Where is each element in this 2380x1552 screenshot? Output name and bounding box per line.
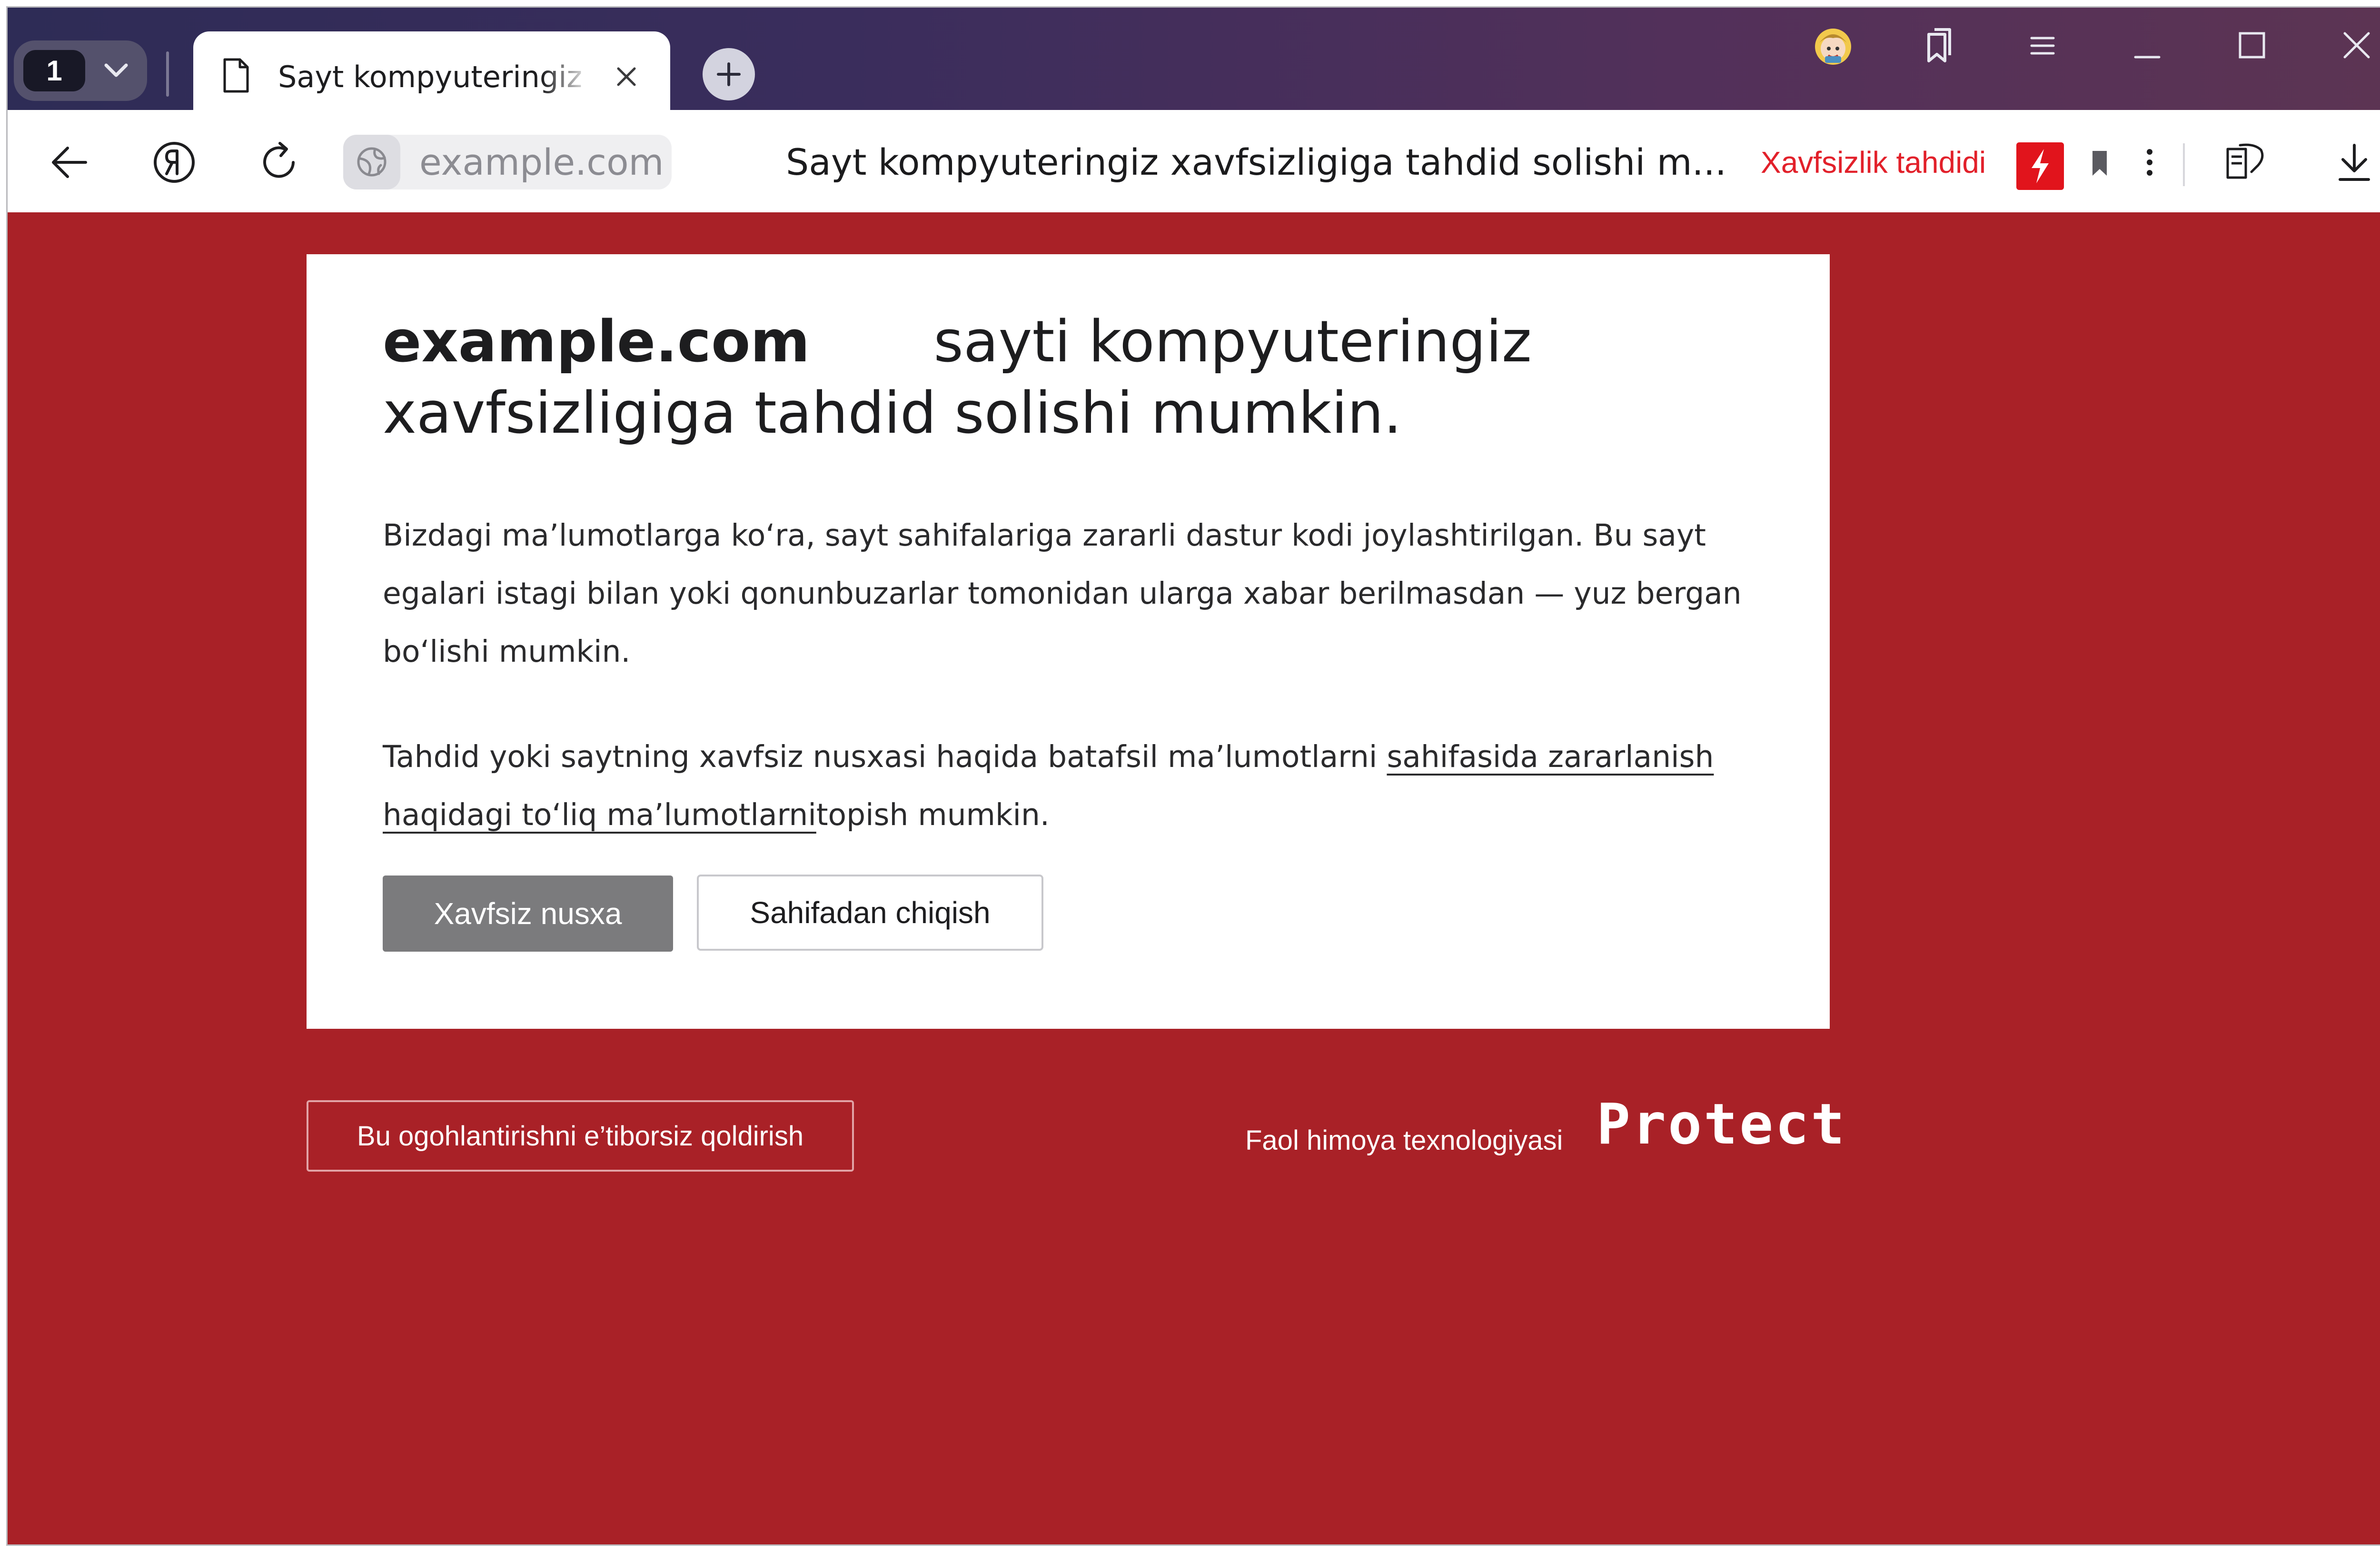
toolbar-divider (2183, 143, 2185, 186)
chevron-down-icon (104, 63, 128, 77)
minimize-icon (2134, 56, 2161, 59)
safe-copy-button[interactable]: Xavfsiz nusxa (383, 875, 673, 952)
collections-button[interactable] (1912, 22, 1964, 70)
download-icon (2339, 144, 2370, 181)
ignore-warning-button[interactable]: Bu ogohlantirishni e’tiborsiz qoldirish (307, 1100, 854, 1172)
site-info-button[interactable] (343, 135, 400, 189)
tab-title: Sayt kompyuteringiz xavfsizligiga tahdid… (278, 60, 592, 94)
tab-active[interactable]: Sayt kompyuteringiz xavfsizligiga tahdid… (193, 31, 670, 115)
minimize-button[interactable] (2121, 22, 2173, 70)
back-button[interactable] (46, 139, 93, 186)
reader-mode-button[interactable] (2221, 139, 2269, 186)
warning-domain: example.com (383, 309, 810, 375)
url-field[interactable]: example.com (343, 135, 672, 189)
more-vertical-icon (2147, 149, 2152, 176)
downloads-button[interactable] (2330, 139, 2378, 186)
tab-strip: 1 Sayt kompyuteringiz xavfsizligiga tahd… (8, 8, 2380, 115)
close-icon (2343, 32, 2370, 59)
warning-details: Tahdid yoki saytning xavfsiz nusxasi haq… (383, 728, 1763, 844)
plus-icon (717, 62, 741, 86)
reload-button[interactable] (255, 139, 303, 186)
reload-icon (263, 142, 295, 178)
warning-description: Bizdagi ma’lumotlarga ko‘ra, sayt sahifa… (383, 518, 1742, 669)
yandex-logo-icon (154, 142, 195, 183)
warning-headline: example.com sayti kompyuteringiz xavfsizl… (383, 307, 1763, 449)
new-tab-button[interactable] (703, 48, 755, 100)
protect-logo: Protect (1597, 1091, 1847, 1157)
reader-icon (2226, 143, 2264, 179)
close-icon[interactable] (615, 65, 638, 89)
lightning-icon (2032, 149, 2049, 183)
address-page-title: Sayt kompyuteringiz xavfsizligiga tahdid… (786, 141, 1727, 183)
address-bar: example.com Sayt kompyuteringiz xavfsizl… (8, 110, 2380, 212)
browser-window: 1 Sayt kompyuteringiz xavfsizligiga tahd… (6, 6, 2380, 1546)
details-text-before: Tahdid yoki saytning xavfsiz nusxasi haq… (383, 739, 1387, 774)
tab-separator (166, 51, 169, 97)
avatar-icon (1815, 29, 1851, 65)
main-menu-button[interactable] (2016, 22, 2069, 70)
yandex-home-button[interactable] (150, 139, 198, 186)
protect-caption: Faol himoya texnologiyasi (1245, 1125, 1563, 1156)
maximize-icon (2239, 32, 2265, 59)
profile-avatar-button[interactable] (1807, 22, 1859, 70)
leave-page-button[interactable]: Sahifadan chiqish (697, 875, 1043, 951)
bookmark-icon (2092, 151, 2107, 176)
security-threat-label[interactable]: Xavfsizlik tahdidi (1761, 139, 1986, 186)
protect-threat-badge[interactable] (2016, 142, 2064, 190)
warning-card: example.com sayti kompyuteringiz xavfsizl… (307, 254, 1830, 1029)
hamburger-menu-icon (2030, 37, 2055, 55)
close-window-button[interactable] (2330, 22, 2380, 70)
globe-icon (357, 147, 387, 177)
tab-counter-button[interactable]: 1 (14, 40, 147, 101)
more-options-button[interactable] (2128, 139, 2171, 186)
url-host: example.com (419, 141, 664, 183)
bookmark-button[interactable] (2078, 139, 2121, 186)
details-text-after: topish mumkin. (816, 797, 1050, 832)
document-icon (223, 58, 249, 93)
bookmarks-panel-icon (1927, 28, 1951, 62)
tab-count: 1 (23, 50, 85, 91)
arrow-left-icon (52, 147, 87, 178)
maximize-button[interactable] (2226, 22, 2278, 70)
